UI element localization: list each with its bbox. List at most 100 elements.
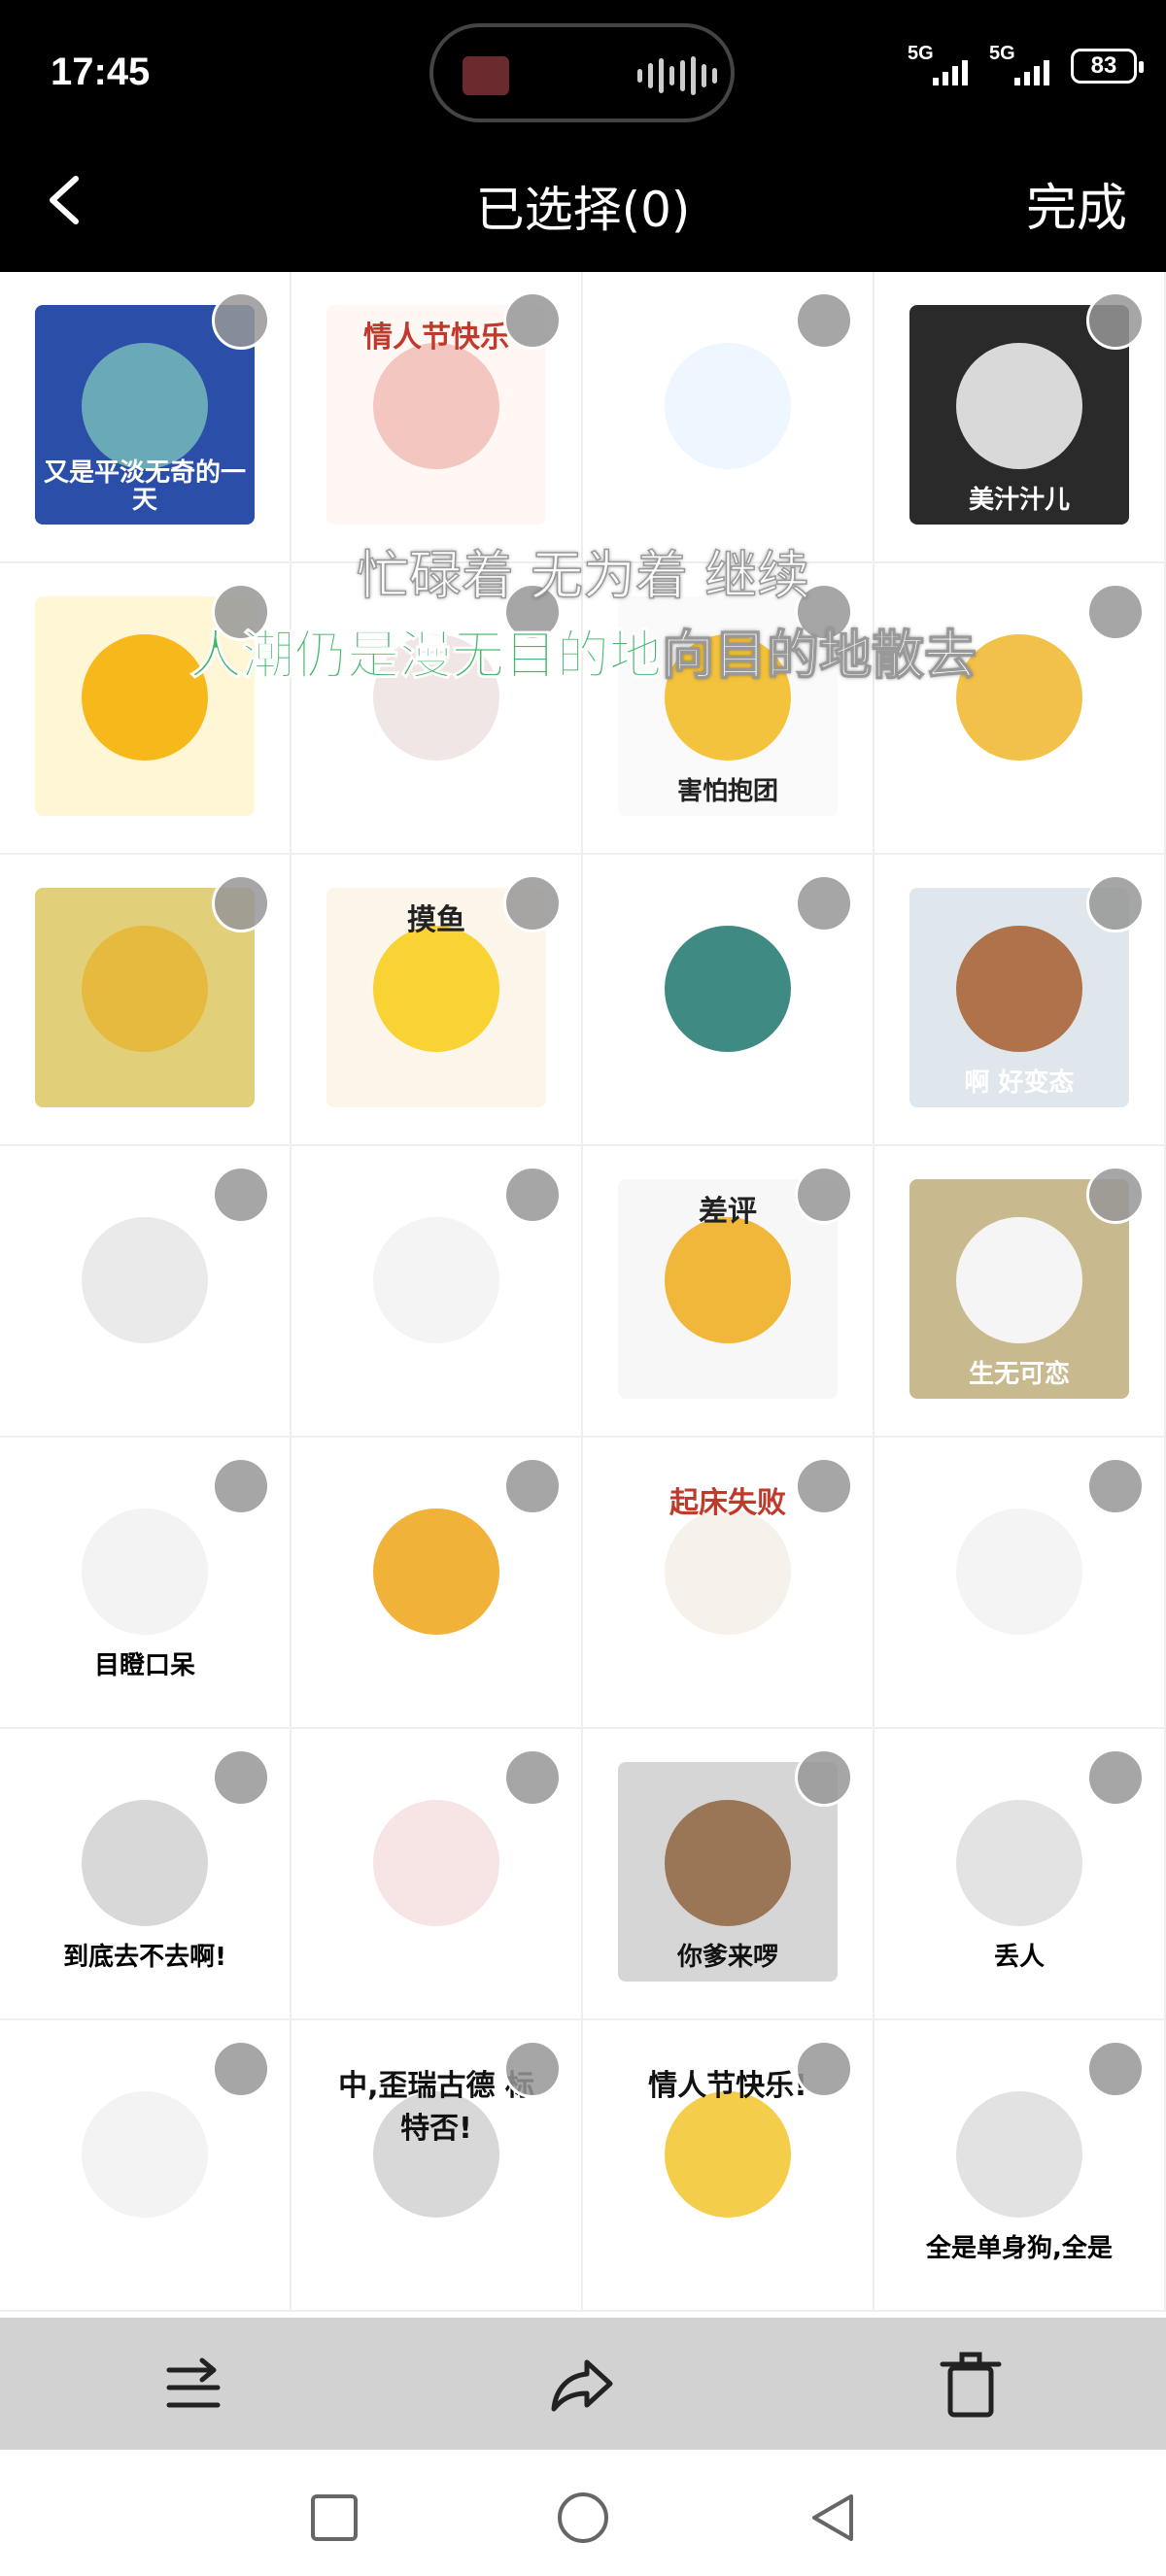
select-checkbox[interactable] [503, 2040, 562, 2098]
sticker-cell[interactable] [292, 1146, 583, 1438]
recents-button[interactable] [307, 2491, 361, 2545]
sticker-grid: 又是平淡无奇的一天 情人节快乐 美汁汁儿害怕抱团摸鱼啊 好变态 差评 生无可恋目瞪口呆 起… [0, 272, 1166, 2318]
sticker-face [373, 633, 499, 761]
dynamic-island[interactable] [429, 23, 735, 122]
sticker-cell[interactable]: 起床失败 [583, 1438, 874, 1729]
sticker-caption [141, 806, 149, 816]
sticker-face [956, 1799, 1082, 1926]
sticker-face [956, 633, 1082, 761]
sticker-cell[interactable]: 情人节快乐! [583, 2020, 874, 2312]
system-nav-bar [0, 2450, 1166, 2576]
sticker-cell[interactable]: 你爹来啰 [583, 1729, 874, 2020]
select-checkbox[interactable] [212, 583, 270, 641]
sticker-caption: 到底去不去啊! [63, 1943, 226, 1973]
select-checkbox[interactable] [503, 1457, 562, 1515]
sticker-cell[interactable]: 摸鱼 [292, 855, 583, 1146]
sticker-cell[interactable] [583, 855, 874, 1146]
sticker-cell[interactable] [0, 1146, 292, 1438]
sticker-caption: 害怕抱团 [676, 777, 778, 807]
sticker-caption: 全是单身狗,全是 [926, 2234, 1113, 2264]
sticker-cell[interactable]: 丢人 [874, 1729, 1166, 2020]
select-checkbox[interactable] [1086, 583, 1145, 641]
sticker-cell[interactable] [0, 563, 292, 855]
select-checkbox[interactable] [795, 583, 853, 641]
sticker-cell[interactable] [0, 2020, 292, 2312]
select-checkbox[interactable] [795, 1748, 853, 1807]
sticker-cell[interactable]: 到底去不去啊! [0, 1729, 292, 2020]
status-indicators: 5G 5G 83 [908, 43, 1144, 85]
circle-icon [558, 2492, 608, 2543]
home-button[interactable] [556, 2491, 610, 2545]
sticker-face [956, 342, 1082, 469]
select-checkbox[interactable] [212, 874, 270, 932]
sticker-cell[interactable]: 差评 [583, 1146, 874, 1438]
select-checkbox[interactable] [795, 874, 853, 932]
sticker-cell[interactable]: 美汁汁儿 [874, 272, 1166, 563]
done-button[interactable]: 完成 [1026, 167, 1127, 240]
select-checkbox[interactable] [503, 874, 562, 932]
sticker-cell[interactable]: 中,歪瑞古德 标特否! [292, 2020, 583, 2312]
select-checkbox[interactable] [212, 1457, 270, 1515]
sticker-face [82, 342, 208, 469]
sticker-face [373, 925, 499, 1052]
select-checkbox[interactable] [1086, 1748, 1145, 1807]
sticker-caption: 目瞪口呆 [93, 1651, 195, 1681]
sticker-cell[interactable] [874, 563, 1166, 855]
sticker-cell[interactable] [874, 1438, 1166, 1729]
select-checkbox[interactable] [1086, 874, 1145, 932]
sticker-cell[interactable]: 害怕抱团 [583, 563, 874, 855]
status-bar: 17:45 5G 5G 83 [0, 0, 1166, 146]
network-type-label: 5G [908, 43, 934, 64]
sticker-caption: 丢人 [993, 1943, 1045, 1973]
select-checkbox[interactable] [795, 2040, 853, 2098]
battery-icon: 83 [1071, 49, 1144, 84]
trash-icon [940, 2352, 1002, 2418]
music-album-thumbnail [463, 56, 509, 95]
select-checkbox[interactable] [795, 291, 853, 350]
select-checkbox[interactable] [503, 1748, 562, 1807]
sticker-cell[interactable] [0, 855, 292, 1146]
back-nav-button[interactable] [805, 2491, 859, 2545]
sticker-cell[interactable]: 全是单身狗,全是 [874, 2020, 1166, 2312]
select-checkbox[interactable] [1086, 1166, 1145, 1224]
select-checkbox[interactable] [795, 1457, 853, 1515]
select-checkbox[interactable] [503, 291, 562, 350]
sticker-face [956, 2090, 1082, 2218]
share-button[interactable] [548, 2351, 616, 2419]
sticker-cell[interactable]: 啊 好变态 [874, 855, 1166, 1146]
select-checkbox[interactable] [1086, 1457, 1145, 1515]
select-checkbox[interactable] [212, 1748, 270, 1807]
sticker-cell[interactable]: 目瞪口呆 [0, 1438, 292, 1729]
sticker-caption [1015, 806, 1023, 816]
signal-icon: 5G [908, 43, 976, 85]
select-checkbox[interactable] [212, 291, 270, 350]
sticker-face [82, 633, 208, 761]
select-checkbox[interactable] [503, 583, 562, 641]
sticker-cell[interactable]: 生无可恋 [874, 1146, 1166, 1438]
sort-button[interactable] [161, 2351, 229, 2419]
sticker-cell[interactable] [292, 1729, 583, 2020]
sticker-cell[interactable]: 情人节快乐 [292, 272, 583, 563]
sticker-caption [432, 515, 440, 525]
sticker-cell[interactable] [292, 563, 583, 855]
select-checkbox[interactable] [503, 1166, 562, 1224]
sticker-face [956, 1508, 1082, 1635]
sticker-cell[interactable]: 又是平淡无奇的一天 [0, 272, 292, 563]
sticker-caption [724, 1098, 732, 1107]
sticker-face [82, 1508, 208, 1635]
sticker-caption [724, 1389, 732, 1399]
select-checkbox[interactable] [795, 1166, 853, 1224]
select-checkbox[interactable] [212, 2040, 270, 2098]
select-checkbox[interactable] [1086, 2040, 1145, 2098]
sticker-cell[interactable] [583, 272, 874, 563]
sticker-face [665, 2090, 791, 2218]
select-checkbox[interactable] [1086, 291, 1145, 350]
sticker-caption [432, 1098, 440, 1107]
select-checkbox[interactable] [212, 1166, 270, 1224]
sticker-cell[interactable] [292, 1438, 583, 1729]
sticker-face [373, 1216, 499, 1343]
battery-level: 83 [1090, 52, 1117, 79]
sticker-caption [432, 1972, 440, 1982]
delete-button[interactable] [937, 2351, 1005, 2419]
sticker-face [956, 925, 1082, 1052]
